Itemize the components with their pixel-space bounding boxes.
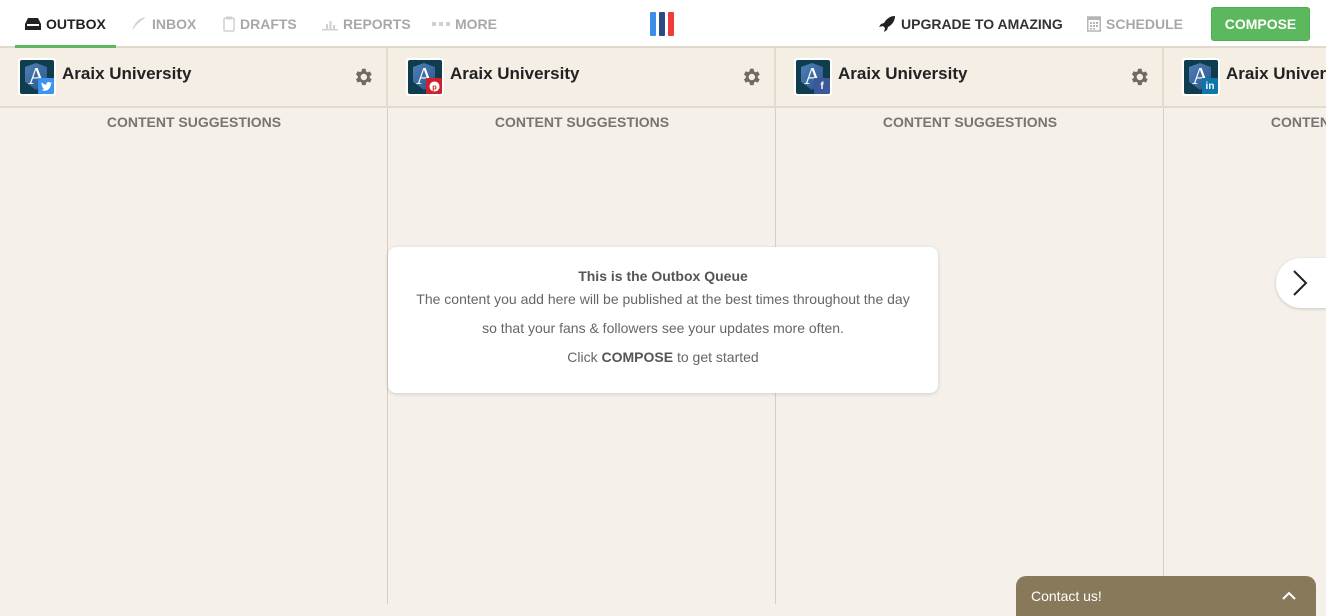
column-header: A in Araix University xyxy=(1164,48,1326,108)
chevron-up-icon xyxy=(1282,591,1296,600)
tab-outbox[interactable]: OUTBOX xyxy=(15,0,116,48)
logo-bar-blue xyxy=(650,12,656,36)
gear-icon[interactable] xyxy=(740,66,762,88)
upgrade-label: UPGRADE TO AMAZING xyxy=(901,16,1063,32)
tab-label: OUTBOX xyxy=(46,16,106,32)
notice-cta: Click COMPOSE to get started xyxy=(567,349,759,365)
notice-body: The content you add here will be publish… xyxy=(416,291,910,336)
tab-label: REPORTS xyxy=(343,16,411,32)
account-name: Araix University xyxy=(838,64,968,83)
outbox-tray-icon xyxy=(25,18,41,30)
logo-bar-navy xyxy=(659,12,665,36)
tab-label: INBOX xyxy=(152,16,197,32)
pinterest-icon: p xyxy=(426,78,442,94)
calendar-icon xyxy=(1087,16,1101,32)
schedule-link[interactable]: SCHEDULE xyxy=(1087,0,1183,48)
compose-button[interactable]: COMPOSE xyxy=(1211,7,1310,41)
chevron-right-icon xyxy=(1293,270,1308,296)
clipboard-icon xyxy=(223,16,235,32)
avatar[interactable]: A p xyxy=(406,58,444,96)
gear-icon[interactable] xyxy=(352,66,374,88)
next-column-button[interactable] xyxy=(1276,258,1326,308)
column-header: A Araix University xyxy=(0,48,388,108)
content-suggestions-header[interactable]: CONTENT SUGGESTIONS xyxy=(1164,114,1326,130)
account-name: Araix University xyxy=(1226,64,1326,83)
stream-column-linkedin: A in Araix University CONTENT SUGGESTION… xyxy=(1164,48,1326,604)
account-name: Araix University xyxy=(62,64,192,83)
twitter-icon xyxy=(38,78,54,94)
avatar[interactable]: A xyxy=(18,58,56,96)
dots-icon xyxy=(432,22,450,26)
upgrade-link[interactable]: UPGRADE TO AMAZING xyxy=(878,0,1063,48)
column-header: A p Araix University xyxy=(388,48,776,108)
tab-reports[interactable]: REPORTS xyxy=(322,0,411,48)
bar-chart-icon xyxy=(322,21,338,31)
brand-logo[interactable] xyxy=(650,12,674,36)
avatar[interactable]: A f xyxy=(794,58,832,96)
content-suggestions-header[interactable]: CONTENT SUGGESTIONS xyxy=(0,114,388,130)
svg-text:p: p xyxy=(432,82,437,91)
schedule-label: SCHEDULE xyxy=(1106,16,1184,32)
tab-label: MORE xyxy=(455,16,497,32)
tab-inbox[interactable]: INBOX xyxy=(131,0,196,48)
avatar[interactable]: A in xyxy=(1182,58,1220,96)
content-suggestions-header[interactable]: CONTENT SUGGESTIONS xyxy=(388,114,776,130)
rocket-icon xyxy=(879,16,895,32)
notice-cta-compose: COMPOSE xyxy=(601,349,674,365)
tab-more[interactable]: MORE xyxy=(432,0,497,48)
facebook-icon: f xyxy=(814,78,830,94)
tab-label: DRAFTS xyxy=(240,16,297,32)
stream-column-twitter: A Araix University CONTENT SUGGESTIONS xyxy=(0,48,388,604)
column-header: A f Araix University xyxy=(776,48,1164,108)
contact-label: Contact us! xyxy=(1031,588,1102,604)
gear-icon[interactable] xyxy=(1128,66,1150,88)
content-suggestions-header[interactable]: CONTENT SUGGESTIONS xyxy=(776,114,1164,130)
linkedin-icon: in xyxy=(1202,78,1218,94)
top-nav: OUTBOX INBOX DRAFTS REPORTS MORE UPGRADE… xyxy=(0,0,1326,48)
tab-drafts[interactable]: DRAFTS xyxy=(223,0,297,48)
logo-bar-red xyxy=(668,12,674,36)
contact-us-widget[interactable]: Contact us! xyxy=(1016,576,1316,616)
notice-title: This is the Outbox Queue xyxy=(578,268,748,284)
account-name: Araix University xyxy=(450,64,580,83)
feather-icon xyxy=(132,17,146,31)
outbox-queue-notice: This is the Outbox Queue The content you… xyxy=(388,247,938,393)
